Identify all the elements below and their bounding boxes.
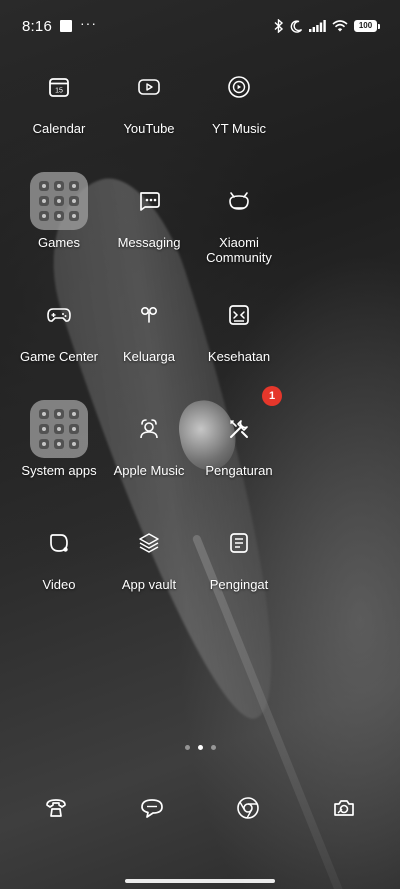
app-yt-music[interactable]: YT Music [194,58,284,172]
home-indicator[interactable] [125,879,275,883]
bluetooth-icon [274,19,284,33]
more-notifications-icon: ··· [80,15,97,31]
messaging-icon [120,172,178,230]
do-not-disturb-icon [290,19,303,33]
status-time: 8:16 [22,17,52,35]
app-pengaturan[interactable]: 1 Pengaturan [194,386,284,514]
status-right: 100 [274,19,380,33]
family-link-icon [120,286,178,344]
app-label: Apple Music [113,463,185,478]
app-label: Kesehatan [207,349,271,364]
app-label: Games [38,235,80,250]
signal-icon [309,20,326,32]
app-game-center[interactable]: Game Center [14,286,104,400]
camera-icon[interactable] [316,780,372,836]
folder-games[interactable]: Games [14,172,104,286]
folder-icon [30,172,88,230]
notification-badge: 1 [262,386,282,406]
app-label: Calendar [32,121,86,136]
xiaomi-community-icon [210,172,268,230]
app-vault-icon [120,514,178,572]
gamepad-icon [30,286,88,344]
app-label: YT Music [212,121,266,136]
app-keluarga[interactable]: Keluarga [104,286,194,400]
battery-icon: 100 [354,20,380,32]
notification-icon [60,20,72,32]
svg-text:15: 15 [55,88,63,95]
apple-music-icon [120,400,178,458]
app-calendar[interactable]: 15 Calendar [14,58,104,172]
app-youtube[interactable]: YouTube [104,58,194,172]
page-dot[interactable] [210,745,216,750]
app-label: Xiaomi Community [206,235,272,265]
app-messaging[interactable]: Messaging [104,172,194,286]
page-dot-active[interactable] [197,745,203,750]
app-xiaomi-community[interactable]: Xiaomi Community [194,172,284,286]
status-left: 8:16 ··· [22,15,97,35]
folder-icon [30,400,88,458]
page-dot[interactable] [184,745,190,750]
app-apple-music[interactable]: Apple Music [104,400,194,514]
dock [28,780,372,836]
battery-level: 100 [354,20,377,32]
app-grid: 15 Calendar YouTube YT Music Games Messa… [14,58,284,628]
app-label: Pengingat [209,577,269,592]
app-label: Pengaturan [205,463,273,478]
health-icon [210,286,268,344]
video-icon [30,514,88,572]
app-label: Keluarga [122,349,176,364]
app-app-vault[interactable]: App vault [104,514,194,628]
app-label: Video [42,577,76,592]
app-label: System apps [21,463,97,478]
chat-icon[interactable] [124,780,180,836]
app-label: App vault [121,577,177,592]
app-label: Messaging [117,235,181,250]
app-label: YouTube [123,121,175,136]
page-indicator [0,745,400,750]
app-pengingat[interactable]: Pengingat [194,514,284,628]
app-video[interactable]: Video [14,514,104,628]
yt-music-icon [210,58,268,116]
phone-icon[interactable] [28,780,84,836]
folder-system-apps[interactable]: System apps [14,400,104,514]
youtube-icon [120,58,178,116]
settings-icon: 1 [210,386,282,458]
wifi-icon [332,20,348,32]
notes-icon [210,514,268,572]
chrome-icon[interactable] [220,780,276,836]
calendar-icon: 15 [30,58,88,116]
app-kesehatan[interactable]: Kesehatan [194,286,284,400]
app-label: Game Center [19,349,99,364]
status-bar: 8:16 ··· 100 [0,0,400,52]
